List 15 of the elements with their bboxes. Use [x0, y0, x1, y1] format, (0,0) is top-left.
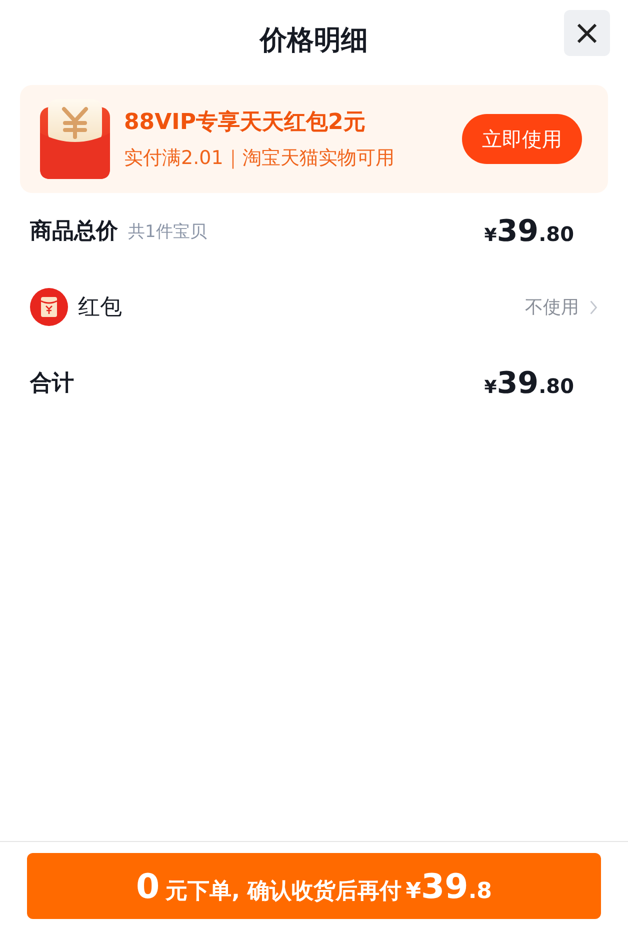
- price-amount: ¥39.80: [484, 214, 575, 248]
- checkout-button[interactable]: 0 元下单, 确认收货后再付 ¥39.8: [27, 853, 601, 919]
- chevron-icon: [589, 300, 598, 314]
- close-button[interactable]: ×: [564, 10, 610, 56]
- row-label: 合计: [30, 370, 74, 398]
- promo-subtitle: 实付满2.01｜淘宝天猫实物可用: [124, 146, 396, 171]
- promo-title: 88VIP专享天天红包2元: [124, 109, 366, 137]
- use-now-button[interactable]: 立即使用: [462, 114, 582, 164]
- price-amount: ¥39.80: [484, 366, 575, 400]
- item-count: 共1件宝贝: [128, 220, 207, 242]
- option-selector[interactable]: 不使用: [525, 295, 598, 319]
- row-label: 红包: [78, 294, 122, 322]
- money-envelope-icon: [30, 288, 68, 326]
- sheet-title: 价格明细: [260, 24, 368, 58]
- row-label: 商品总价: [30, 218, 118, 246]
